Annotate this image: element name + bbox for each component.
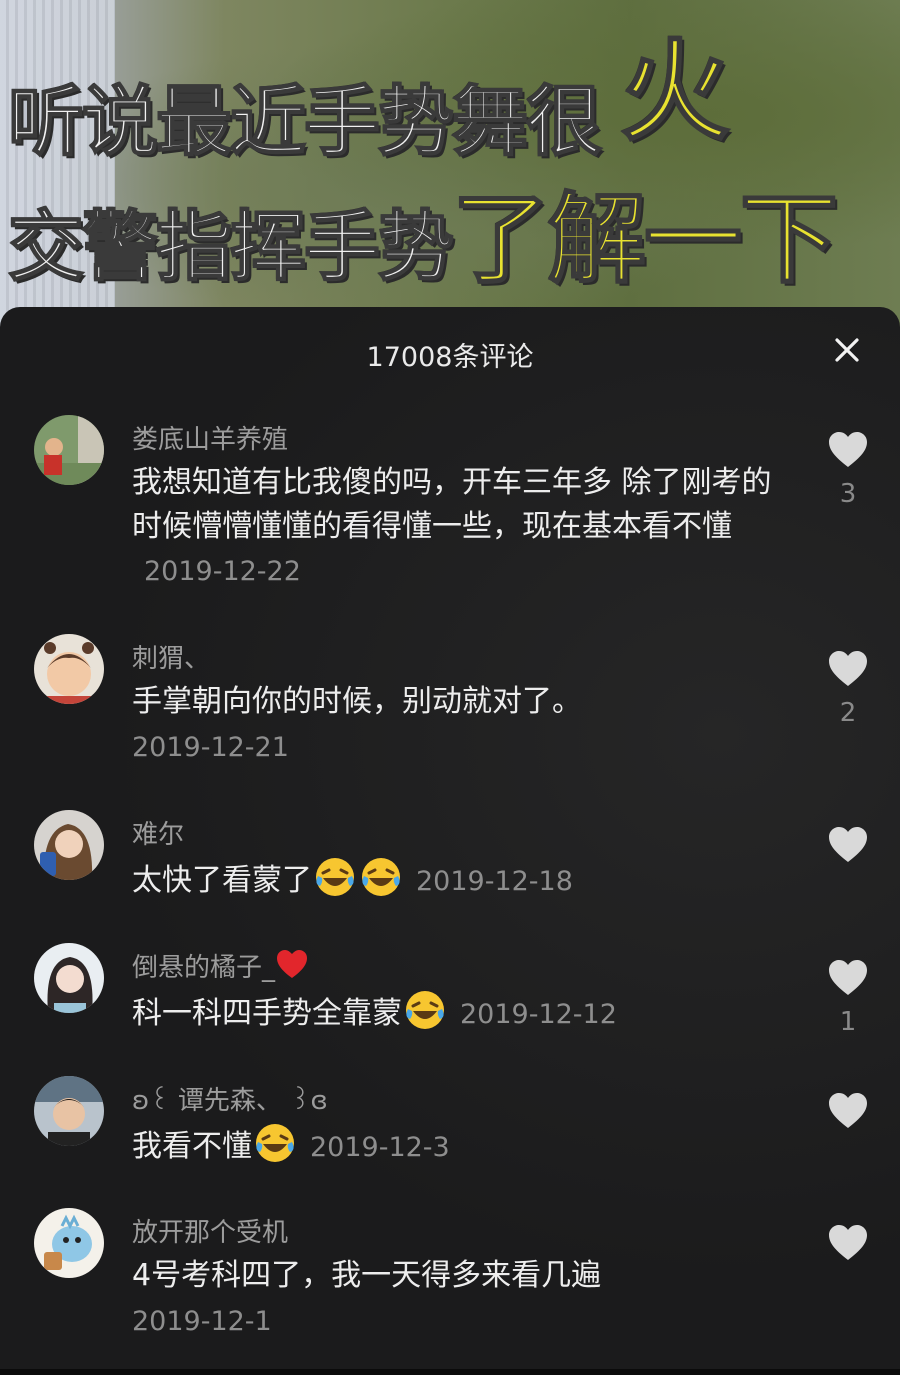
like-button[interactable]: 2 [826,650,870,728]
avatar[interactable] [34,1208,104,1278]
heart-icon [829,827,867,862]
heart-icon [829,651,867,686]
comment-date: 2019-12-12 [460,999,617,1030]
comment-username: ʚ꒰ 谭先森、 ꒱ɞ [132,1080,328,1117]
heart-icon [829,432,867,467]
like-count: 3 [839,479,857,509]
comment-text: 4号考科四了，我一天得多来看几遍 [132,1258,602,1293]
like-count: 2 [839,698,857,728]
caption-white-text: 交警指挥手势 [7,201,455,292]
comment-username: 倒悬的橘子_ [132,947,309,984]
comment-date: 2019-12-1 [132,1306,272,1337]
comments-count-title: 17008条评论 [366,342,534,373]
avatar[interactable] [34,1076,104,1146]
bottom-edge [0,1369,900,1375]
username-decoration-right: ꒱ɞ [290,1086,328,1116]
comment-text: 我看不懂 [132,1129,252,1164]
video-caption-line1: 听说最近手势舞很火 [7,20,731,180]
comment-date: 2019-12-3 [310,1132,450,1163]
comment-date: 2019-12-21 [132,732,289,763]
like-button[interactable] [826,1092,870,1134]
caption-white-text: 听说最近手势舞很 [7,76,603,167]
comment-text: 太快了看蒙了 [132,863,312,898]
avatar[interactable] [34,634,104,704]
comment-text: 手掌朝向你的时候，别动就对了。 [132,684,582,719]
avatar[interactable] [34,810,104,880]
laughing-tears-emoji-icon [316,858,354,896]
heart-icon [829,960,867,995]
like-count: 1 [839,1007,857,1037]
avatar[interactable] [34,943,104,1013]
caption-yellow-text: 了解一下 [451,182,839,298]
heart-icon [829,1225,867,1260]
comment-text-block: 我看不懂 2019-12-3 [132,1122,792,1170]
close-icon [835,338,859,362]
comment-username[interactable]: 刺猬、 [132,638,210,675]
comment-username[interactable]: 难尔 [132,814,184,851]
like-button[interactable]: 1 [826,959,870,1037]
red-heart-icon [277,950,308,978]
close-button[interactable] [832,335,862,365]
like-button[interactable] [826,1224,870,1266]
heart-icon [829,1093,867,1128]
comment-username-text[interactable]: 倒悬的橘子_ [132,953,275,983]
avatar[interactable] [34,415,104,485]
comment-date: 2019-12-18 [416,866,573,897]
comment-text-block: 手掌朝向你的时候，别动就对了。 2019-12-21 [132,680,792,770]
caption-yellow-text: 火 [619,27,731,157]
video-caption-line2: 交警指挥手势了解一下 [7,160,839,302]
video-background[interactable]: 听说最近手势舞很火 交警指挥手势了解一下 [0,0,900,330]
like-button[interactable] [826,826,870,868]
comment-text-block: 太快了看蒙了 2019-12-18 [132,856,792,904]
laughing-tears-emoji-icon [256,1124,294,1162]
comment-text-block: 我想知道有比我傻的吗，开车三年多 除了刚考的时候懵懵懂懂的看得懂一些，现在基本看… [132,461,792,594]
comment-text: 我想知道有比我傻的吗，开车三年多 除了刚考的时候懵懵懂懂的看得懂一些，现在基本看… [132,465,772,544]
comment-username[interactable]: 娄底山羊养殖 [132,419,288,456]
comment-date: 2019-12-22 [144,556,301,587]
comment-text-block: 4号考科四了，我一天得多来看几遍 2019-12-1 [132,1254,792,1344]
like-button[interactable]: 3 [826,431,870,509]
username-decoration-left: ʚ꒰ [132,1086,170,1116]
comment-username[interactable]: 放开那个受机 [132,1212,288,1249]
laughing-tears-emoji-icon [362,858,400,896]
comments-sheet: 17008条评论 娄底山羊养殖 我想知道有比我傻的吗，开车三年多 除了刚考的时候… [0,307,900,1375]
comment-text: 科一科四手势全靠蒙 [132,996,402,1031]
comment-text-block: 科一科四手势全靠蒙 2019-12-12 [132,989,792,1037]
laughing-tears-emoji-icon [406,991,444,1029]
comment-username-text[interactable]: 谭先森、 [178,1086,282,1116]
